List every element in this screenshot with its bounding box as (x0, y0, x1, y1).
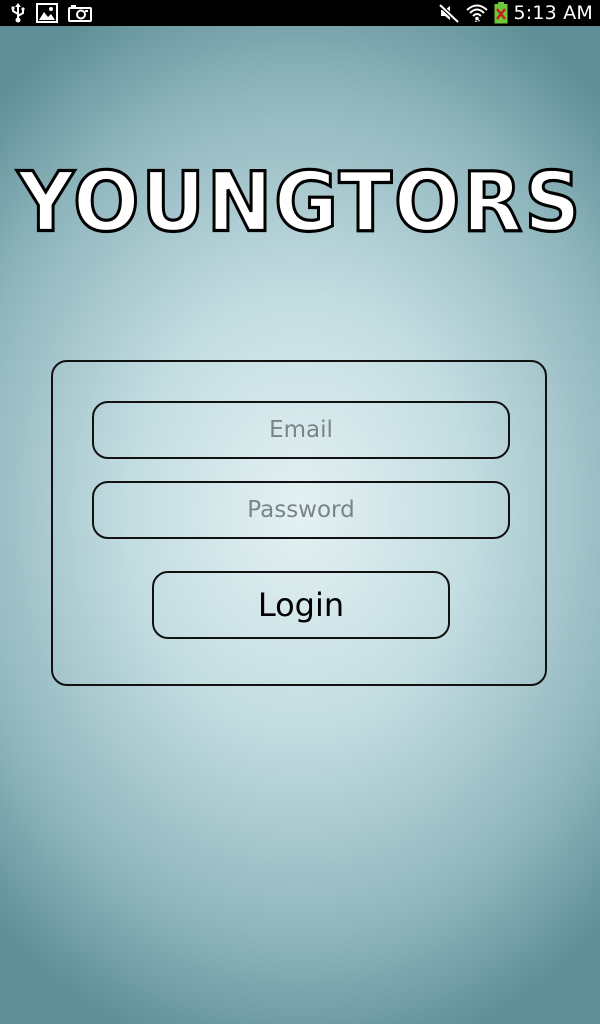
password-field[interactable] (92, 481, 510, 539)
status-bar: 5:13 AM (0, 0, 600, 26)
camera-icon (68, 5, 92, 22)
email-field[interactable] (92, 401, 510, 459)
mute-icon (438, 3, 459, 23)
wifi-icon (465, 4, 488, 22)
login-button[interactable]: Login (152, 571, 450, 639)
status-bar-notifications (10, 3, 92, 23)
battery-icon (494, 2, 507, 24)
status-clock: 5:13 AM (513, 2, 593, 24)
image-icon (36, 3, 58, 23)
app-logo: YOUNGTORS (0, 154, 600, 252)
status-bar-system: 5:13 AM (438, 0, 594, 26)
login-card: Login (51, 360, 547, 686)
usb-icon (11, 3, 25, 23)
app-logo-text: YOUNGTORS (16, 154, 583, 252)
